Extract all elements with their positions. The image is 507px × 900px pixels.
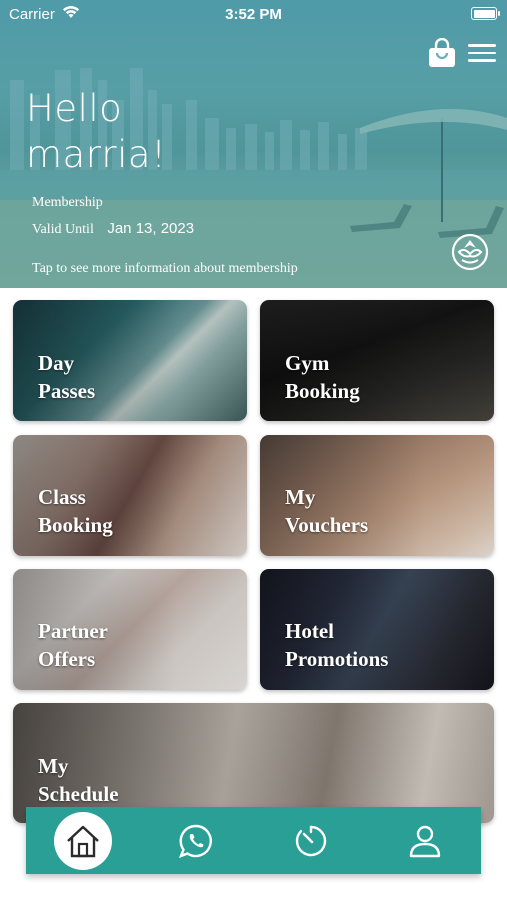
hotel-promotions-tile[interactable]: Hotel Promotions: [260, 569, 494, 690]
gym-booking-tile[interactable]: Gym Booking: [260, 300, 494, 421]
valid-until-row: Valid Until Jan 13, 2023: [32, 220, 194, 238]
tile-label: My Schedule: [38, 754, 119, 806]
hamburger-menu-icon[interactable]: [468, 44, 496, 66]
brand-logo-icon: [451, 233, 489, 271]
clock: 3:52 PM: [225, 6, 282, 23]
shopping-bag-icon[interactable]: [428, 38, 456, 68]
my-schedule-tile[interactable]: My Schedule: [13, 703, 494, 823]
valid-until-label: Valid Until: [32, 222, 94, 237]
user-name: marria!: [26, 133, 167, 176]
timer-icon: [295, 825, 327, 857]
tile-label: My Vouchers: [285, 485, 369, 537]
status-bar: Carrier 3:52 PM: [0, 0, 507, 28]
battery-icon: [471, 7, 500, 20]
my-vouchers-tile[interactable]: My Vouchers: [260, 435, 494, 556]
membership-label: Membership: [32, 195, 103, 210]
bottom-navigation: [26, 807, 481, 874]
nav-home[interactable]: [54, 812, 112, 870]
day-passes-tile[interactable]: Day Passes: [13, 300, 247, 421]
tile-label: Gym Booking: [285, 351, 360, 403]
nav-whatsapp[interactable]: [168, 815, 224, 867]
membership-info-link[interactable]: Tap to see more information about member…: [32, 261, 298, 277]
profile-icon: [409, 825, 441, 858]
class-booking-tile[interactable]: Class Booking: [13, 435, 247, 556]
home-icon: [67, 825, 99, 858]
nav-profile[interactable]: [397, 815, 453, 867]
tile-label: Day Passes: [38, 351, 96, 403]
valid-until-date: Jan 13, 2023: [107, 220, 195, 237]
tile-label: Hotel Promotions: [285, 619, 389, 671]
tile-label: Class Booking: [38, 485, 113, 537]
partner-offers-tile[interactable]: Partner Offers: [13, 569, 247, 690]
tile-label: Partner Offers: [38, 619, 108, 671]
nav-timer[interactable]: [283, 815, 339, 867]
membership-header[interactable]: Carrier 3:52 PM Hello marria! Membership…: [0, 0, 507, 288]
greeting: Hello marria!: [26, 86, 166, 178]
whatsapp-icon: [178, 824, 212, 859]
greeting-text: Hello: [26, 87, 123, 130]
